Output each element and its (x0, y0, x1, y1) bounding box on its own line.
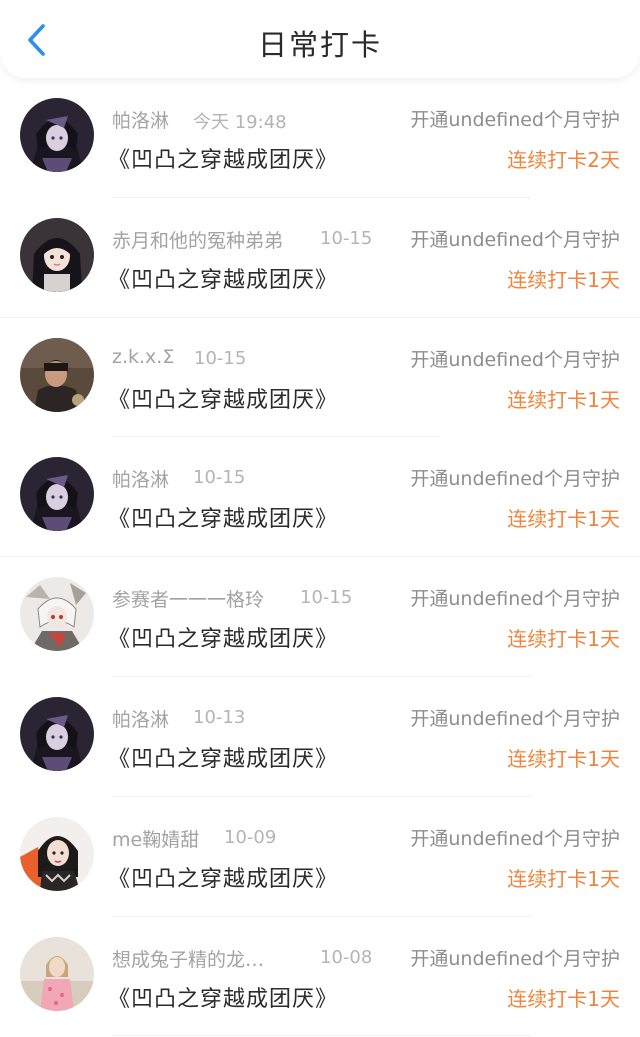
page-title: 日常打卡 (257, 28, 382, 62)
streak-badge: 连续打卡1天 (507, 627, 620, 652)
book-title[interactable]: 《凹凸之穿越成团厌》 (108, 741, 338, 773)
user-name[interactable]: me鞠婧甜 (112, 825, 199, 852)
streak-badge: 连续打卡1天 (507, 986, 620, 1011)
guard-text: 开通undefined个月守护 (410, 947, 620, 970)
user-name[interactable]: 帕洛淋 (112, 465, 169, 492)
book-title[interactable]: 《凹凸之穿越成团厌》 (108, 262, 338, 294)
streak-badge: 连续打卡1天 (507, 387, 620, 412)
book-title[interactable]: 《凹凸之穿越成团厌》 (108, 142, 338, 174)
checkin-time: 10-09 (224, 826, 277, 848)
user-name[interactable]: 参赛者一一一格玲 (112, 585, 264, 612)
checkin-row[interactable]: me鞠婧甜 10-09 开通undefined个月守护 《凹凸之穿越成团厌》 连… (0, 797, 640, 917)
user-name[interactable]: 赤月和他的冤种弟弟 (112, 226, 283, 253)
guard-text: 开通undefined个月守护 (410, 348, 620, 371)
checkin-time: 10-15 (193, 467, 246, 489)
guard-text: 开通undefined个月守护 (410, 228, 620, 251)
avatar[interactable] (20, 816, 94, 891)
avatar[interactable] (20, 217, 94, 292)
checkin-row[interactable]: 参赛者一一一格玲 10-15 开通undefined个月守护 《凹凸之穿越成团厌… (0, 557, 640, 677)
avatar[interactable] (20, 577, 94, 652)
checkin-time: 10-15 (300, 587, 353, 609)
book-title[interactable]: 《凹凸之穿越成团厌》 (108, 621, 338, 653)
user-name[interactable]: 帕洛淋 (112, 106, 169, 133)
checkin-time: 10-08 (320, 946, 373, 968)
checkin-row[interactable]: 帕洛淋 10-13 开通undefined个月守护 《凹凸之穿越成团厌》 连续打… (0, 677, 640, 797)
top-bar: 日常打卡 (0, 0, 640, 78)
checkin-row[interactable]: 帕洛淋 今天 19:48 开通undefined个月守护 《凹凸之穿越成团厌》 … (0, 78, 640, 198)
screen: 日常打卡 帕洛淋 今天 19:48 开通undefined个月守护 《凹凸之穿越… (0, 0, 640, 1037)
streak-badge: 连续打卡1天 (507, 507, 620, 532)
checkin-list: 帕洛淋 今天 19:48 开通undefined个月守护 《凹凸之穿越成团厌》 … (0, 78, 640, 1037)
avatar[interactable] (20, 457, 94, 532)
user-name[interactable]: 帕洛淋 (112, 705, 169, 732)
checkin-time: 10-15 (194, 347, 247, 369)
checkin-row[interactable]: 帕洛淋 10-15 开通undefined个月守护 《凹凸之穿越成团厌》 连续打… (0, 437, 640, 558)
checkin-time: 10-13 (193, 706, 246, 728)
user-name[interactable]: 想成兔子精的龙… (112, 945, 264, 972)
avatar[interactable] (20, 337, 94, 412)
streak-badge: 连续打卡1天 (507, 866, 620, 891)
checkin-row[interactable]: z.k.x.Σ 10-15 开通undefined个月守护 《凹凸之穿越成团厌》… (0, 318, 640, 438)
guard-text: 开通undefined个月守护 (410, 588, 620, 611)
guard-text: 开通undefined个月守护 (410, 827, 620, 850)
avatar[interactable] (20, 936, 94, 1011)
checkin-row[interactable]: 赤月和他的冤种弟弟 10-15 开通undefined个月守护 《凹凸之穿越成团… (0, 198, 640, 318)
streak-badge: 连续打卡2天 (507, 148, 620, 172)
checkin-row[interactable]: 想成兔子精的龙… 10-08 开通undefined个月守护 《凹凸之穿越成团厌… (0, 917, 640, 1037)
checkin-time: 10-15 (320, 227, 373, 249)
guard-text: 开通undefined个月守护 (410, 707, 620, 730)
user-name[interactable]: z.k.x.Σ (112, 346, 174, 368)
book-title[interactable]: 《凹凸之穿越成团厌》 (108, 861, 338, 893)
book-title[interactable]: 《凹凸之穿越成团厌》 (108, 981, 338, 1013)
guard-text: 开通undefined个月守护 (410, 468, 620, 491)
guard-text: 开通undefined个月守护 (410, 109, 620, 131)
book-title[interactable]: 《凹凸之穿越成团厌》 (108, 501, 338, 533)
avatar[interactable] (20, 98, 94, 172)
streak-badge: 连续打卡1天 (507, 746, 620, 771)
divider (112, 1035, 530, 1037)
book-title[interactable]: 《凹凸之穿越成团厌》 (108, 382, 338, 414)
streak-badge: 连续打卡1天 (507, 267, 620, 292)
avatar[interactable] (20, 696, 94, 771)
checkin-time: 今天 19:48 (193, 112, 287, 133)
